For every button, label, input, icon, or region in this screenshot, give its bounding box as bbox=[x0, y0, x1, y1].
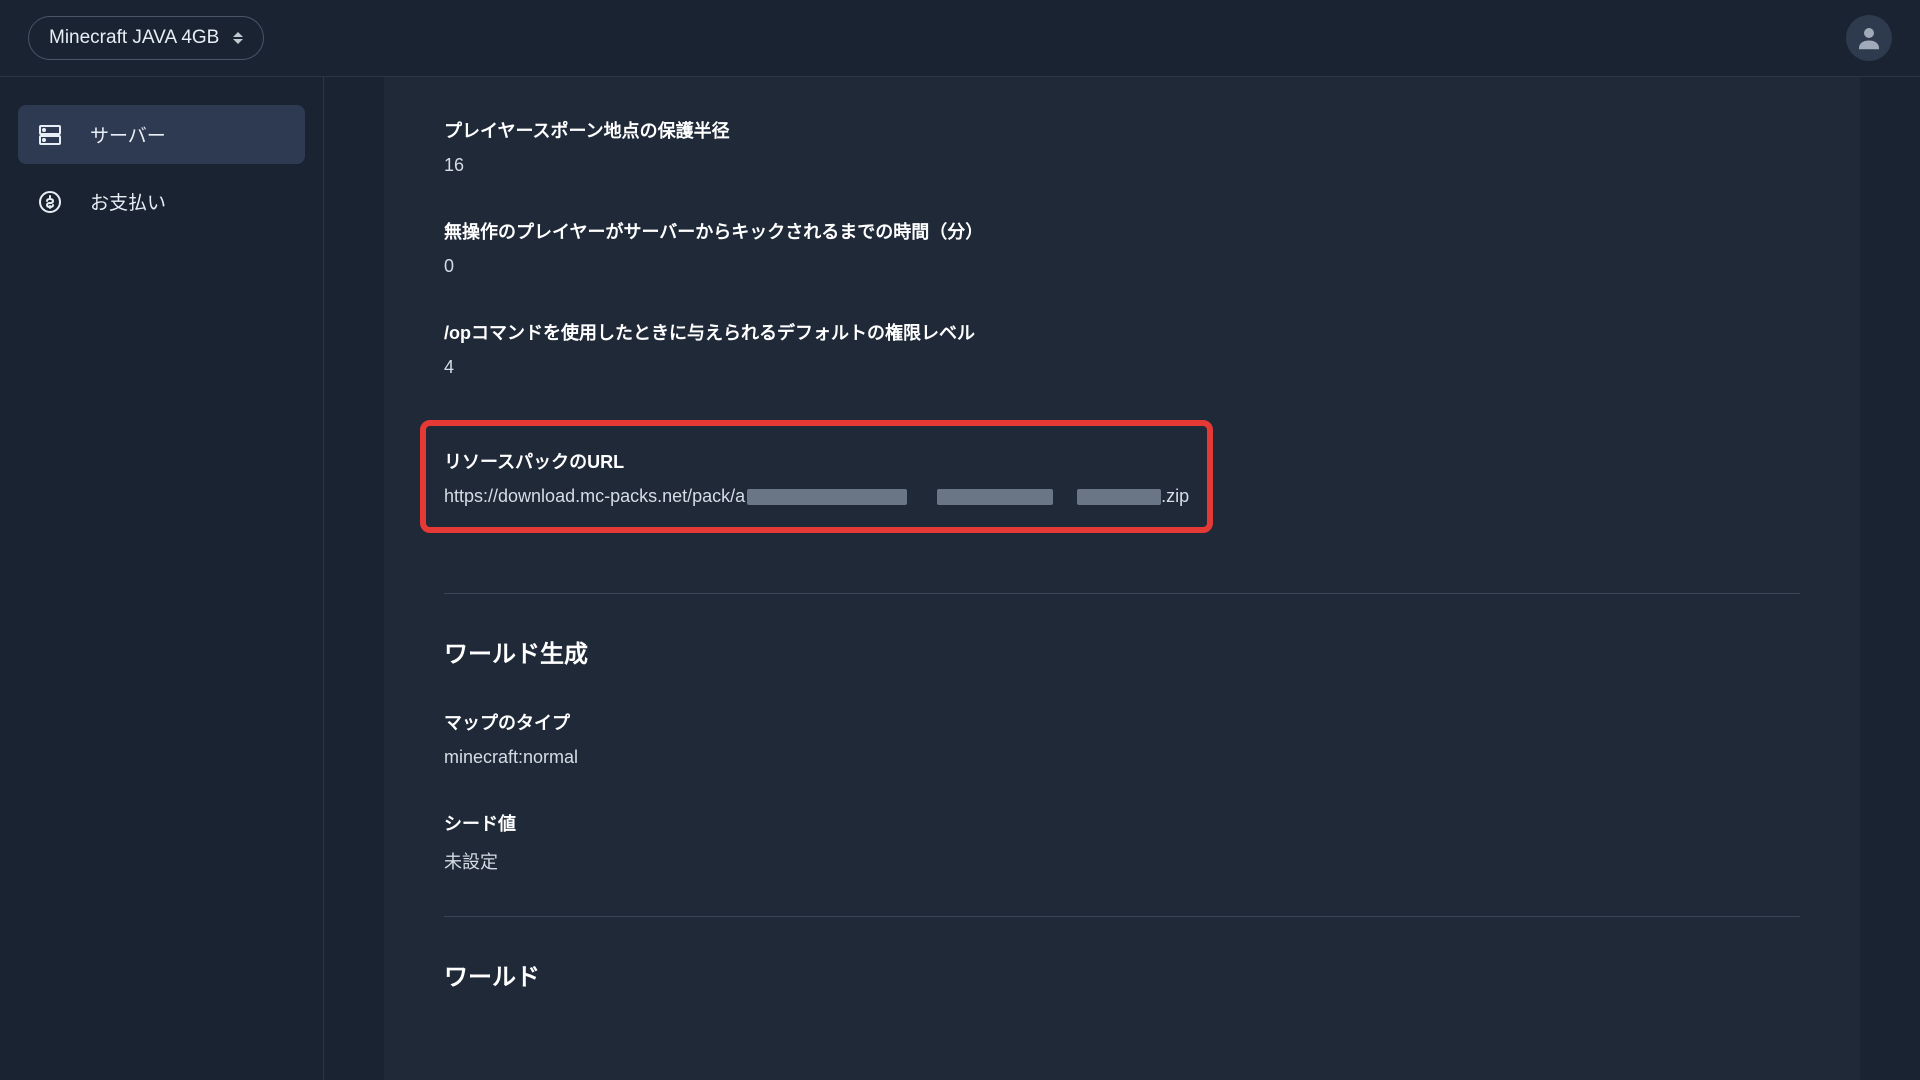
setting-label: 無操作のプレイヤーがサーバーからキックされるまでの時間（分） bbox=[444, 218, 1800, 244]
url-prefix: https://download.mc-packs.net/pack/a bbox=[444, 486, 745, 507]
sidebar-item-payment[interactable]: お支払い bbox=[18, 172, 305, 231]
user-icon bbox=[1854, 23, 1884, 53]
main-content: プレイヤースポーン地点の保護半径 16 無操作のプレイヤーがサーバーからキックさ… bbox=[324, 77, 1920, 1080]
setting-label: プレイヤースポーン地点の保護半径 bbox=[444, 117, 1800, 143]
setting-idle-timeout: 無操作のプレイヤーがサーバーからキックされるまでの時間（分） 0 bbox=[444, 218, 1800, 277]
sidebar-item-server[interactable]: サーバー bbox=[18, 105, 305, 164]
sidebar-item-label: お支払い bbox=[90, 188, 166, 215]
setting-value: 4 bbox=[444, 357, 1800, 378]
server-selector-dropdown[interactable]: Minecraft JAVA 4GB bbox=[28, 16, 264, 60]
url-suffix: .zip bbox=[1161, 486, 1189, 507]
setting-op-permission: /opコマンドを使用したときに与えられるデフォルトの権限レベル 4 bbox=[444, 319, 1800, 378]
setting-spawn-protection: プレイヤースポーン地点の保護半径 16 bbox=[444, 117, 1800, 176]
setting-value: https://download.mc-packs.net/pack/a .zi… bbox=[444, 486, 1189, 507]
payment-icon bbox=[38, 190, 62, 214]
redacted-segment bbox=[937, 489, 1053, 505]
sidebar: サーバー お支払い bbox=[0, 77, 324, 1080]
redacted-segment bbox=[1077, 489, 1161, 505]
setting-label: /opコマンドを使用したときに与えられるデフォルトの権限レベル bbox=[444, 319, 1800, 345]
setting-seed: シード値 未設定 bbox=[444, 810, 1800, 874]
section-title-world: ワールド bbox=[444, 957, 1800, 992]
setting-label: リソースパックのURL bbox=[444, 448, 1189, 474]
setting-value: 未設定 bbox=[444, 848, 1800, 874]
redacted-segment bbox=[747, 489, 907, 505]
setting-value: minecraft:normal bbox=[444, 747, 1800, 768]
section-divider bbox=[444, 593, 1800, 594]
sidebar-item-label: サーバー bbox=[90, 121, 166, 148]
setting-value: 0 bbox=[444, 256, 1800, 277]
setting-label: マップのタイプ bbox=[444, 709, 1800, 735]
chevron-updown-icon bbox=[233, 32, 243, 44]
setting-value: 16 bbox=[444, 155, 1800, 176]
user-avatar-button[interactable] bbox=[1846, 15, 1892, 61]
server-icon bbox=[38, 123, 62, 147]
server-selector-label: Minecraft JAVA 4GB bbox=[49, 27, 219, 49]
section-divider bbox=[444, 916, 1800, 917]
setting-label: シード値 bbox=[444, 810, 1800, 836]
section-title-world-gen: ワールド生成 bbox=[444, 634, 1800, 669]
setting-map-type: マップのタイプ minecraft:normal bbox=[444, 709, 1800, 768]
setting-resource-pack-url: リソースパックのURL https://download.mc-packs.ne… bbox=[444, 448, 1189, 507]
highlighted-resource-pack-setting: リソースパックのURL https://download.mc-packs.ne… bbox=[420, 420, 1213, 533]
